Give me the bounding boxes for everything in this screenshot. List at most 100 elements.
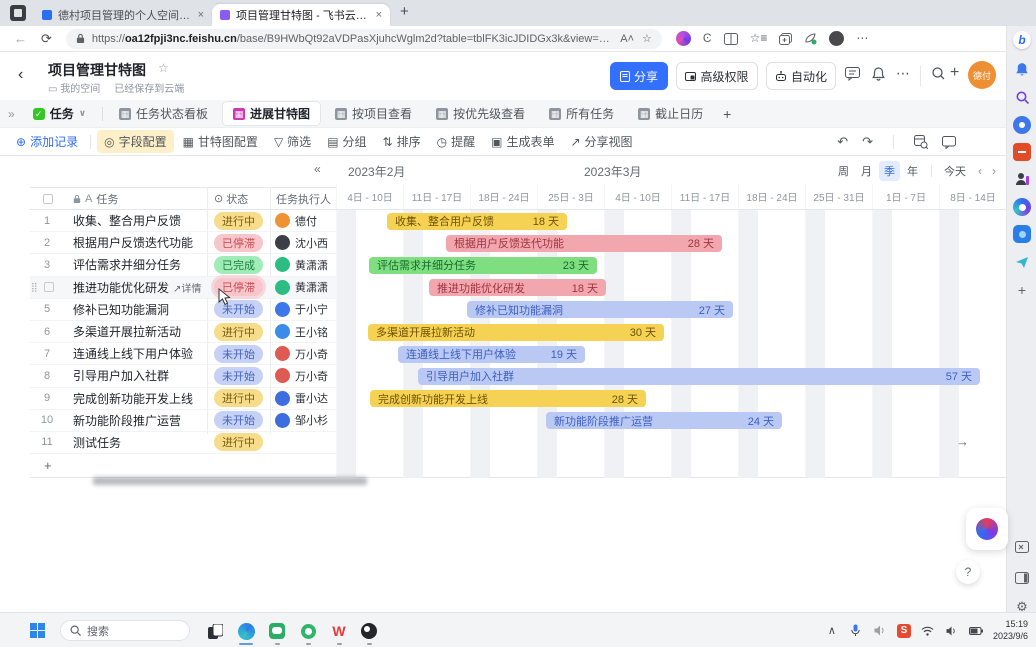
- space-crumb[interactable]: ▭ 我的空间: [48, 80, 100, 95]
- table-row[interactable]: 6 多渠道开展拉新活动 进行中 王小铭: [30, 321, 336, 344]
- speaker-icon[interactable]: [873, 625, 887, 636]
- wifi-icon[interactable]: [921, 626, 935, 636]
- executor-cell[interactable]: 万小奇: [275, 346, 328, 362]
- sogou-input-icon[interactable]: S: [896, 623, 911, 638]
- rail-search-icon[interactable]: [1013, 88, 1031, 106]
- scroll-to-bar-arrow[interactable]: →: [956, 434, 969, 449]
- executor-cell[interactable]: 德付: [275, 213, 317, 229]
- browser-menu-icon[interactable]: ⋯: [856, 31, 868, 46]
- column-header-executor[interactable]: 任务执行人: [276, 191, 331, 207]
- taskbar-search[interactable]: 搜索: [60, 620, 190, 641]
- add-record-button[interactable]: ⊕ 添加记录: [10, 131, 84, 152]
- rail-paper-plane-icon[interactable]: [1013, 253, 1031, 271]
- gantt-bar[interactable]: 连通线上线下用户体验 19 天: [398, 345, 585, 363]
- status-badge[interactable]: 未开始: [214, 411, 263, 430]
- task-name-cell[interactable]: 测试任务: [73, 434, 211, 451]
- toolbar-item[interactable]: ▣ 生成表单: [484, 130, 561, 153]
- task-name-cell[interactable]: 完成创新功能开发上线: [73, 390, 211, 407]
- task-name-cell[interactable]: 连通线上线下用户体验: [73, 345, 211, 362]
- rail-sidebar-layout-icon[interactable]: [1013, 569, 1031, 587]
- rail-tag-icon[interactable]: [1013, 116, 1031, 134]
- gantt-bar[interactable]: 完成创新功能开发上线 28 天: [370, 390, 646, 408]
- executor-cell[interactable]: 王小铭: [275, 324, 328, 340]
- tab-close-icon[interactable]: ×: [376, 9, 382, 21]
- rail-people-icon[interactable]: [1013, 170, 1031, 188]
- edge-taskbar-icon[interactable]: [236, 621, 256, 641]
- start-button[interactable]: [30, 623, 45, 638]
- collections-icon[interactable]: [779, 32, 793, 45]
- split-screen-icon[interactable]: [723, 32, 738, 45]
- view-tab[interactable]: ▦ 进展甘特图: [222, 101, 322, 126]
- table-row[interactable]: 11 测试任务 进行中: [30, 432, 336, 455]
- status-badge[interactable]: 已停滞: [214, 233, 263, 252]
- select-all-checkbox[interactable]: [43, 193, 53, 204]
- status-badge[interactable]: 已完成: [214, 255, 263, 274]
- extension-c-icon[interactable]: Ͼ: [703, 31, 712, 46]
- new-tab-button[interactable]: +: [400, 3, 409, 20]
- user-avatar[interactable]: 德付: [968, 61, 996, 89]
- collapse-table-icon[interactable]: «: [314, 162, 321, 176]
- status-badge[interactable]: 进行中: [214, 433, 263, 452]
- table-row[interactable]: 7 连通线上线下用户体验 未开始 万小奇: [30, 343, 336, 366]
- view-tab[interactable]: ▦ 所有任务: [539, 102, 624, 125]
- executor-cell[interactable]: 邹小杉: [275, 412, 328, 428]
- table-row[interactable]: ⣿ 推进功能优化研发 ↗详情 已停滞 黄潇潇: [30, 276, 336, 299]
- table-row[interactable]: 2 根据用户反馈迭代功能 已停滞 沈小西: [30, 232, 336, 255]
- title-star-icon[interactable]: ☆: [158, 61, 169, 75]
- table-row[interactable]: 3 评估需求并细分任务 已完成 黄潇潇: [30, 254, 336, 277]
- toolbar-item[interactable]: ↗ 分享视图: [563, 130, 639, 153]
- green-app-icon[interactable]: [298, 621, 318, 641]
- toolbar-item[interactable]: ◷ 提醒: [430, 130, 483, 153]
- extension-icon[interactable]: [675, 31, 691, 46]
- add-row-button[interactable]: +: [30, 454, 336, 476]
- table-row[interactable]: 5 修补已知功能漏洞 未开始 于小宁: [30, 299, 336, 321]
- add-view-button[interactable]: +: [723, 106, 731, 122]
- gantt-bar[interactable]: 根据用户反馈迭代功能 28 天: [446, 234, 722, 252]
- battery-icon[interactable]: [968, 626, 983, 635]
- rail-hexagon-app-icon[interactable]: [1013, 198, 1031, 216]
- view-tab[interactable]: ▦ 按项目查看: [325, 102, 422, 125]
- status-badge[interactable]: 进行中: [214, 211, 263, 230]
- browser-tab[interactable]: 项目管理甘特图 - 飞书云文档 ×: [212, 4, 390, 26]
- task-name-cell[interactable]: 新功能阶段推广运营: [73, 412, 211, 429]
- table-row[interactable]: 8 引导用户加入社群 未开始 万小奇: [30, 365, 336, 388]
- drag-handle-icon[interactable]: ⣿: [31, 282, 38, 293]
- header-more-icon[interactable]: ⋯: [896, 65, 910, 82]
- volume-icon[interactable]: [945, 625, 959, 636]
- header-search-icon[interactable]: [932, 67, 945, 80]
- clock[interactable]: 15:19 2023/9/6: [993, 619, 1028, 642]
- wps-icon[interactable]: W: [329, 621, 349, 641]
- table-row[interactable]: 9 完成创新功能开发上线 进行中 雷小达: [30, 388, 336, 410]
- browser-profile-avatar[interactable]: [829, 31, 845, 46]
- view-tab[interactable]: ▦ 任务状态看板: [109, 102, 218, 125]
- back-chevron-icon[interactable]: ‹: [18, 66, 23, 84]
- favorites-icon[interactable]: ☆≡: [750, 31, 768, 46]
- rail-hide-sidebar-icon[interactable]: [1013, 538, 1031, 556]
- executor-cell[interactable]: 黄潇潇: [275, 257, 328, 273]
- redo-icon[interactable]: ↷: [862, 134, 873, 150]
- zoom-level-button[interactable]: 年: [902, 161, 923, 181]
- status-badge[interactable]: 进行中: [214, 322, 263, 341]
- browser-essentials-icon[interactable]: [804, 32, 817, 45]
- undo-icon[interactable]: ↶: [837, 134, 848, 150]
- toolbar-item[interactable]: ▤ 分组: [320, 130, 373, 153]
- zoom-level-button[interactable]: 周: [833, 161, 854, 181]
- rail-bell-icon[interactable]: [1013, 60, 1031, 78]
- tray-expand-icon[interactable]: ∧: [825, 624, 839, 637]
- automation-button[interactable]: 自动化: [766, 62, 836, 90]
- toolbar-item[interactable]: ⇅ 排序: [376, 130, 428, 153]
- comments-icon[interactable]: [845, 67, 860, 81]
- gantt-bar[interactable]: 收集、整合用户反馈 18 天: [387, 212, 567, 230]
- executor-cell[interactable]: 沈小西: [275, 235, 328, 251]
- gantt-bar[interactable]: 多渠道开展拉新活动 30 天: [368, 323, 664, 341]
- rail-toolbox-icon[interactable]: [1013, 143, 1031, 161]
- gantt-bar[interactable]: 推进功能优化研发 18 天: [429, 279, 606, 297]
- today-button[interactable]: 今天: [940, 161, 970, 181]
- executor-cell[interactable]: 雷小达: [275, 390, 328, 406]
- favorite-star-icon[interactable]: ☆: [642, 32, 652, 45]
- executor-cell[interactable]: 万小奇: [275, 368, 328, 384]
- share-button[interactable]: 分享: [610, 62, 668, 90]
- task-name-cell[interactable]: 评估需求并细分任务: [73, 256, 211, 273]
- toolbar-item[interactable]: ▽ 筛选: [267, 130, 318, 153]
- tab-actions-icon[interactable]: [10, 5, 26, 21]
